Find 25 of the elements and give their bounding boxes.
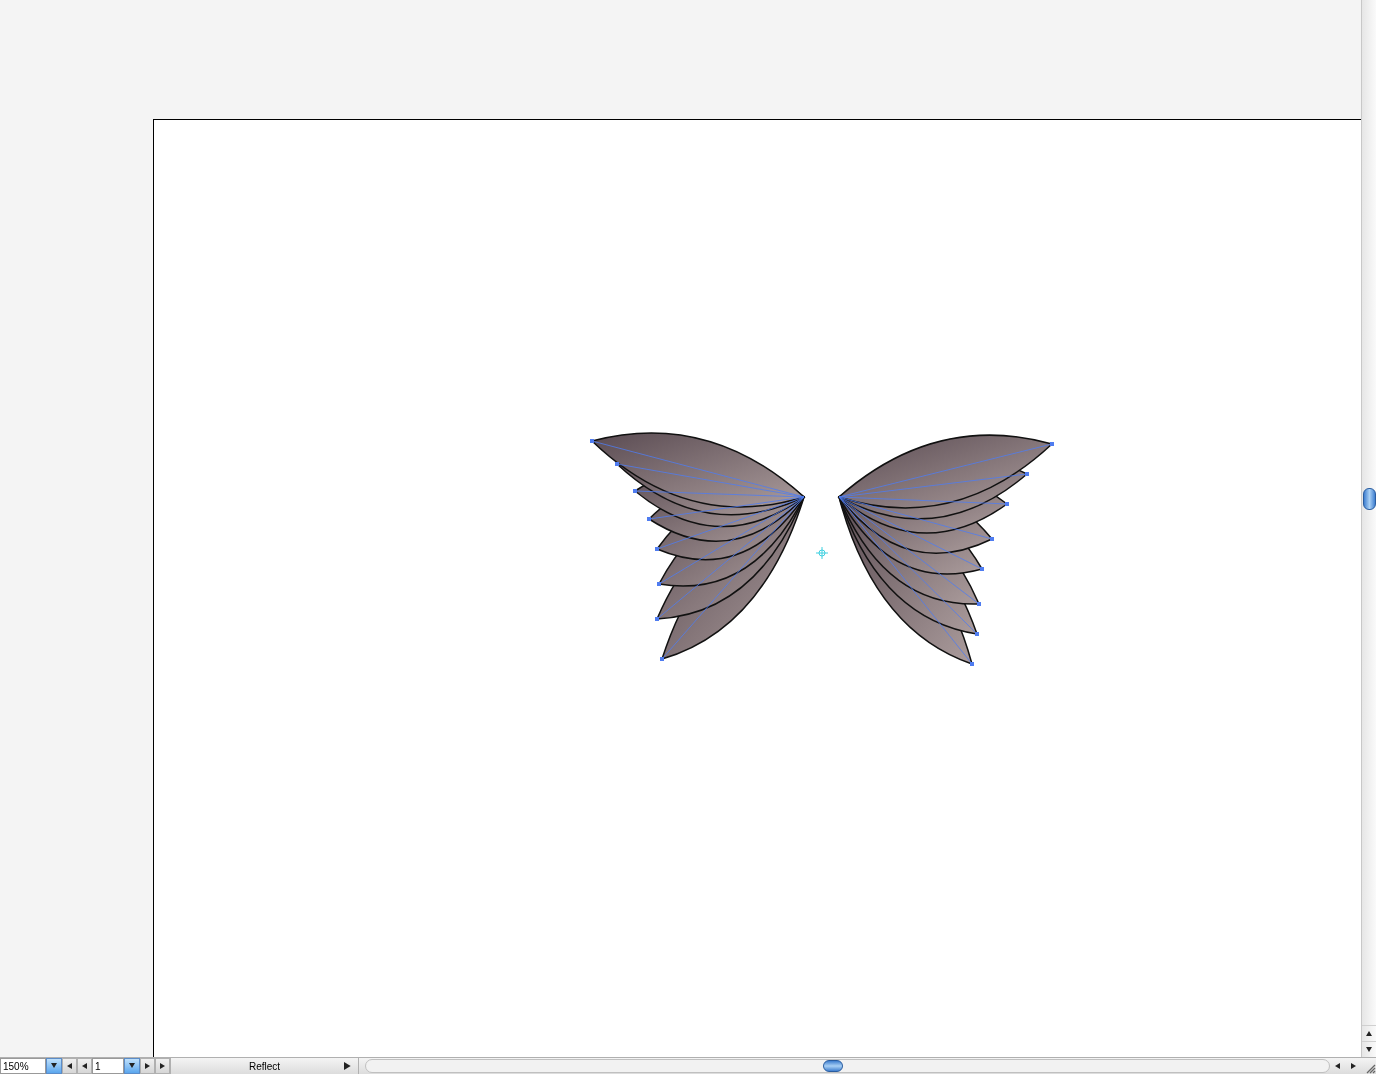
- up-arrow-icon: [1366, 1030, 1372, 1037]
- scroll-thumb[interactable]: [1362, 488, 1376, 510]
- first-page-icon: [66, 1063, 73, 1069]
- resize-grip-icon[interactable]: [1366, 1064, 1376, 1074]
- down-arrow-icon: [1366, 1046, 1372, 1053]
- last-page-button[interactable]: [155, 1058, 170, 1074]
- zoom-dropdown-button[interactable]: [46, 1058, 62, 1074]
- horizontal-scrollbar[interactable]: [365, 1059, 1330, 1073]
- vertical-scrollbar[interactable]: [1361, 0, 1376, 1057]
- next-page-icon: [144, 1063, 151, 1069]
- right-arrow-icon: [1351, 1063, 1357, 1069]
- scroll-thumb[interactable]: [823, 1060, 844, 1072]
- page-dropdown-button[interactable]: [124, 1058, 140, 1074]
- first-page-button[interactable]: [62, 1058, 77, 1074]
- previous-page-button[interactable]: [77, 1058, 92, 1074]
- previous-page-icon: [81, 1063, 88, 1069]
- caret-icon: [129, 1063, 135, 1069]
- status-menu[interactable]: Reflect: [170, 1058, 358, 1074]
- menu-arrow-icon: [344, 1062, 352, 1070]
- left-arrow-icon: [1335, 1063, 1341, 1069]
- caret-icon: [51, 1063, 57, 1069]
- page-field[interactable]: 1: [92, 1058, 124, 1074]
- next-page-button[interactable]: [140, 1058, 155, 1074]
- zoom-field[interactable]: 150%: [0, 1058, 46, 1074]
- last-page-icon: [159, 1063, 166, 1069]
